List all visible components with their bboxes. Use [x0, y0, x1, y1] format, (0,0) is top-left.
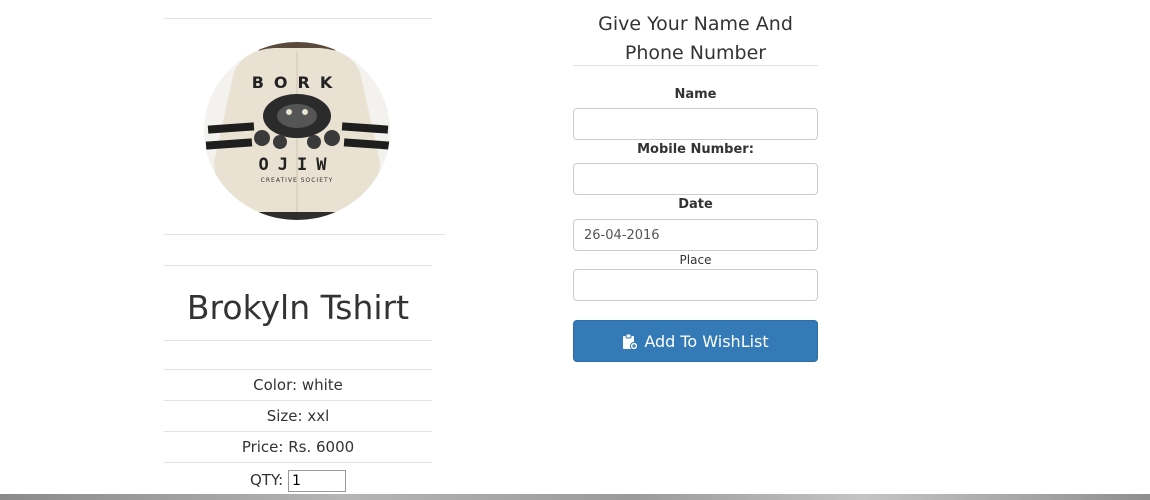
- divider: [164, 265, 432, 266]
- name-label: Name: [674, 87, 717, 102]
- form-title: Give Your Name And Phone Number: [598, 13, 793, 64]
- clipboard-add-icon: [622, 333, 639, 350]
- add-to-wishlist-label: Add To WishList: [644, 331, 769, 351]
- name-field[interactable]: [573, 108, 818, 140]
- print-text-top: BORK: [252, 73, 343, 92]
- add-to-wishlist-button[interactable]: Add To WishList: [573, 320, 818, 362]
- divider: [164, 462, 432, 463]
- product-title: Brokyln Tshirt: [186, 288, 410, 327]
- divider: [573, 65, 818, 66]
- date-field[interactable]: [573, 219, 818, 251]
- mobile-label: Mobile Number:: [637, 142, 754, 157]
- product-qty-row: QTY:: [164, 468, 432, 492]
- divider: [164, 369, 432, 370]
- qty-input[interactable]: [287, 469, 346, 492]
- product-color: Color: white: [253, 376, 343, 394]
- divider: [164, 340, 432, 341]
- product-size: Size: xxl: [266, 407, 330, 425]
- mobile-field[interactable]: [573, 163, 818, 195]
- print-text-small: CREATIVE SOCIETY: [261, 177, 334, 184]
- print-text-bottom: OJIW: [259, 155, 336, 175]
- place-label: Place: [679, 253, 712, 267]
- divider: [164, 18, 432, 19]
- qty-label: QTY:: [250, 471, 284, 489]
- divider: [164, 431, 432, 432]
- divider: [164, 400, 432, 401]
- date-label: Date: [678, 197, 713, 212]
- divider: [164, 234, 445, 235]
- product-image: BORK OJIW CREATIVE SOCIETY: [204, 42, 390, 220]
- product-price: Price: Rs. 6000: [241, 438, 355, 456]
- place-field[interactable]: [573, 269, 818, 301]
- bottom-strip: [0, 494, 1150, 500]
